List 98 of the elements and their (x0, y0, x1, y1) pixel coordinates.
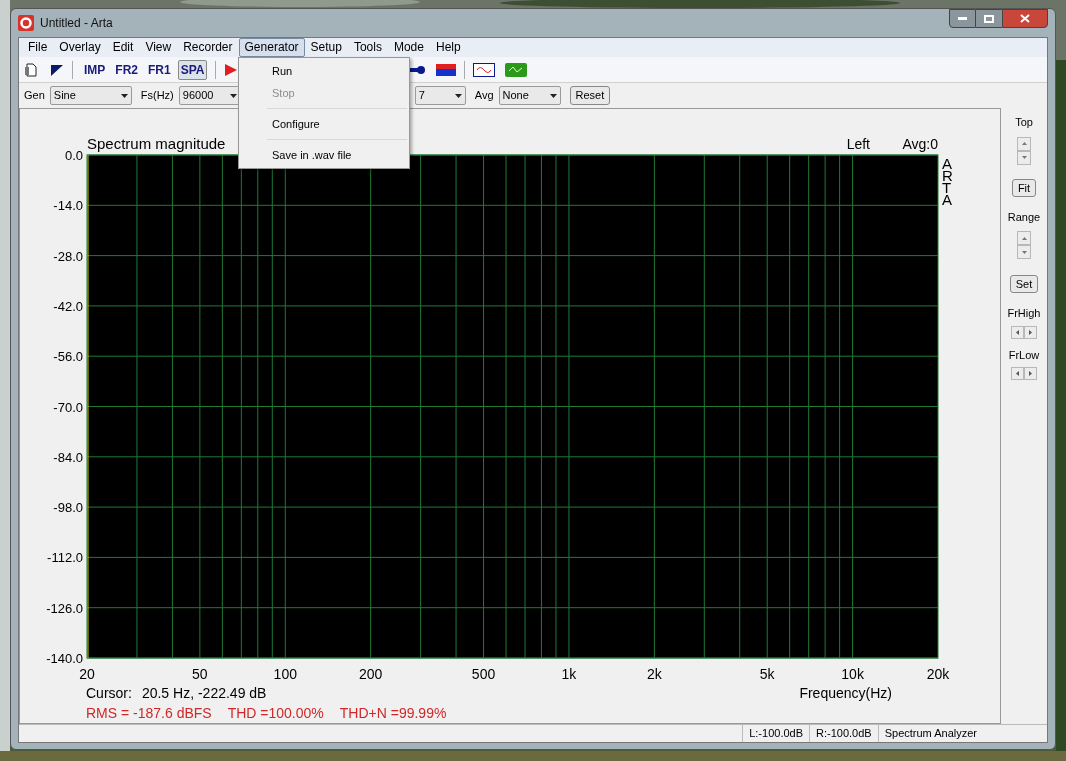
average-count: Avg:0 (902, 136, 938, 152)
x-tick-label: 2k (646, 666, 662, 682)
spin-left-button[interactable] (1011, 325, 1024, 339)
fs-label: Fs(Hz) (140, 88, 174, 104)
dropdown-arrow-icon (549, 93, 557, 98)
dropdown-arrow-icon (454, 93, 462, 98)
y-tick-label: -56.0 (53, 349, 83, 365)
maximize-button[interactable] (976, 9, 1002, 28)
spin-right-button[interactable] (1024, 325, 1037, 339)
range-label: Range (1007, 209, 1041, 225)
y-tick-label: -84.0 (53, 449, 83, 465)
close-button[interactable] (1002, 9, 1048, 28)
menu-item[interactable]: Help (429, 38, 467, 57)
partial-select[interactable]: 7 (414, 86, 466, 105)
thd-readout: THD =100.00% (227, 703, 324, 723)
menu-item[interactable]: Generator (238, 38, 305, 57)
x-axis-label: Frequency(Hz) (799, 683, 892, 703)
spin-left-button[interactable] (1011, 367, 1024, 380)
triangle-icon[interactable] (50, 62, 64, 77)
right-level-readout: R:-100.0dB (809, 725, 878, 742)
spin-down-button[interactable] (1017, 245, 1031, 259)
thdn-readout: THD+N =99.99% (339, 703, 447, 723)
oscilloscope-icon[interactable] (505, 62, 528, 77)
right-arrow-icon (1029, 329, 1032, 335)
up-arrow-icon (1021, 236, 1027, 240)
frhigh-label: FrHigh (1007, 306, 1041, 321)
x-tick-label: 500 (471, 666, 496, 682)
x-tick-label: 100 (273, 666, 297, 682)
menu-item[interactable]: File (22, 38, 54, 57)
left-arrow-icon (1016, 329, 1019, 335)
menu-item[interactable]: Tools (347, 38, 388, 57)
spin-up-button[interactable] (1017, 136, 1031, 151)
minimize-icon (958, 17, 967, 20)
menu-item[interactable]: Mode (387, 38, 430, 57)
mode-button[interactable]: FR2 (112, 59, 141, 80)
x-tick-label: 5k (759, 666, 775, 682)
rms-readout: RMS = -187.6 dBFS (86, 703, 212, 723)
x-tick-label: 20k (926, 666, 950, 682)
spin-up-button[interactable] (1017, 231, 1031, 245)
app-logo-icon (18, 15, 34, 31)
x-tick-label: 200 (359, 666, 383, 682)
left-arrow-icon (1016, 371, 1019, 376)
x-tick-label: 20 (79, 666, 95, 682)
channel-label: Left (846, 136, 870, 152)
cursor-readout: 20.5 Hz, -222.49 dB (141, 683, 267, 703)
dropdown-arrow-icon (120, 93, 128, 98)
level-bar-icon[interactable] (436, 63, 457, 76)
new-document-icon[interactable] (24, 62, 38, 77)
window-title: Untitled - Arta (40, 15, 113, 32)
spin-right-button[interactable] (1024, 367, 1037, 380)
y-tick-label: -140.0 (46, 651, 83, 666)
fit-button[interactable]: Fit (1011, 178, 1037, 197)
menu-item[interactable]: Setup (304, 38, 348, 57)
mode-readout: Spectrum Analyzer (877, 725, 1047, 742)
y-tick-label: -14.0 (53, 198, 83, 214)
y-tick-label: -98.0 (53, 500, 83, 516)
gen-label: Gen (24, 88, 45, 104)
set-button[interactable]: Set (1009, 275, 1039, 293)
up-arrow-icon (1021, 142, 1027, 145)
frlow-label: FrLow (1008, 347, 1040, 363)
side-logo-text: ARTA (942, 155, 953, 208)
x-tick-label: 10k (841, 666, 864, 682)
menu-item[interactable]: View (139, 38, 178, 57)
average-select[interactable]: None (498, 86, 561, 105)
minimize-button[interactable] (949, 9, 976, 28)
generator-select[interactable]: Sine (49, 86, 132, 105)
y-tick-label: -28.0 (53, 248, 83, 264)
cursor-label: Cursor: (86, 683, 132, 703)
close-icon (1020, 14, 1030, 23)
y-tick-label: -126.0 (46, 600, 83, 616)
menu-item[interactable]: Overlay (53, 38, 107, 57)
reset-button[interactable]: Reset (569, 86, 611, 105)
x-tick-label: 50 (192, 666, 208, 682)
y-tick-label: 0.0 (64, 148, 83, 163)
menu-option[interactable]: Save in .wav file (239, 144, 409, 166)
y-tick-label: -70.0 (53, 399, 83, 415)
chart-title: Spectrum magnitude (87, 135, 226, 152)
x-tick-label: 1k (561, 666, 577, 682)
right-arrow-icon (1029, 371, 1032, 376)
menu-item[interactable]: Recorder (177, 38, 239, 57)
mode-button[interactable]: IMP (81, 59, 109, 80)
top-label: Top (1015, 115, 1033, 130)
avg-label: Avg (474, 88, 494, 104)
sine-wave-icon[interactable] (473, 62, 496, 77)
mode-button[interactable]: FR1 (145, 59, 174, 80)
maximize-icon (984, 14, 994, 23)
y-tick-label: -112.0 (47, 550, 83, 566)
menu-option[interactable]: Configure (239, 113, 409, 135)
dropdown-arrow-icon (229, 93, 237, 98)
sample-rate-select[interactable]: 96000 (178, 86, 241, 105)
y-tick-label: -42.0 (53, 298, 83, 314)
mode-button[interactable]: SPA (177, 59, 208, 80)
down-arrow-icon (1021, 156, 1027, 159)
play-icon[interactable] (224, 62, 239, 77)
menu-option[interactable]: Run (239, 60, 409, 82)
left-level-readout: L:-100.0dB (742, 725, 809, 742)
menu-item[interactable]: Edit (106, 38, 140, 57)
down-arrow-icon (1021, 250, 1027, 254)
